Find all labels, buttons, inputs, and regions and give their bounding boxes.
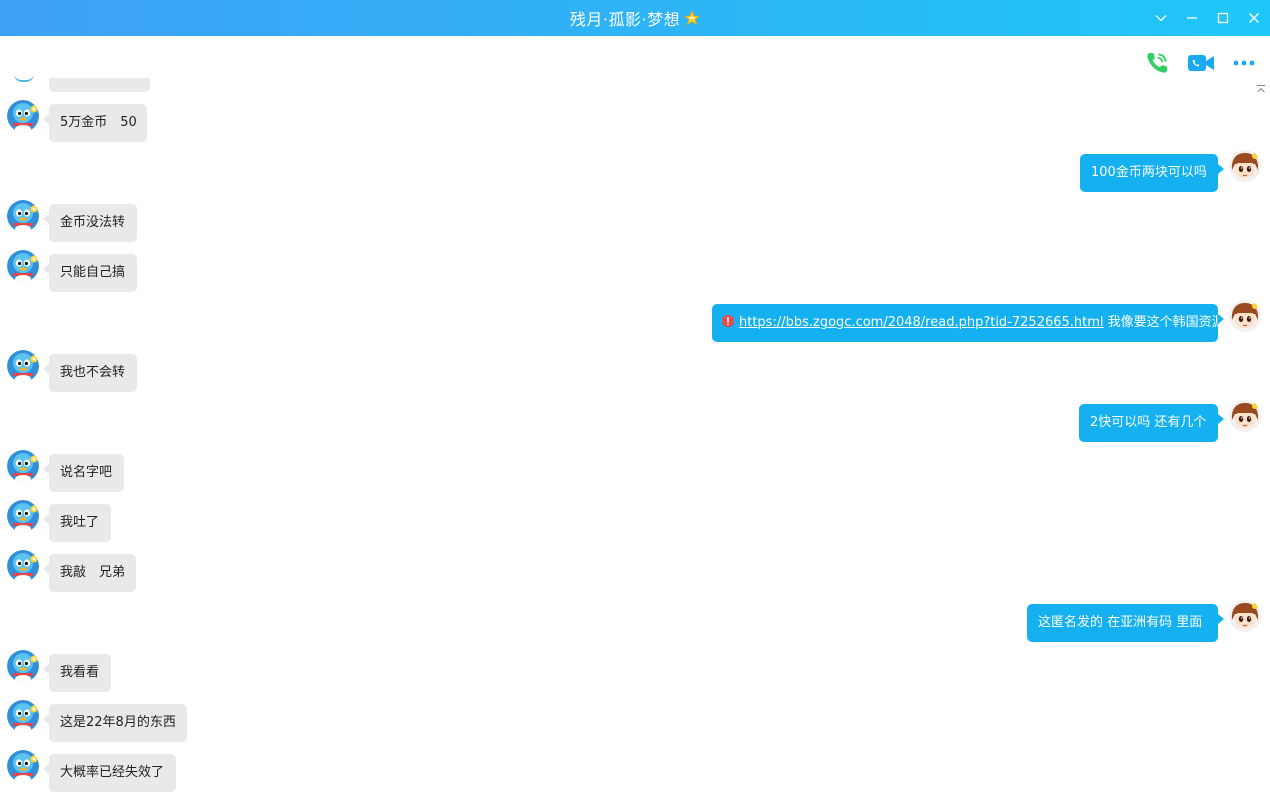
message-bubble[interactable]: 这匿名发的 在亚洲有码 里面	[1027, 604, 1218, 642]
message-bubble[interactable]: 我也不会转	[49, 354, 137, 392]
chat-toolbar	[0, 40, 1270, 82]
minimize-icon[interactable]	[1177, 0, 1207, 36]
contact-avatar[interactable]	[7, 200, 39, 232]
message-bubble[interactable]: 只能自己搞	[49, 254, 137, 292]
more-icon[interactable]	[1229, 48, 1259, 78]
message-bubble[interactable]: 大概率已经失效了	[49, 754, 176, 792]
contact-avatar[interactable]	[7, 550, 39, 582]
message-bubble[interactable]: 我看看	[49, 654, 111, 692]
maximize-icon[interactable]	[1208, 0, 1238, 36]
contact-avatar[interactable]	[7, 450, 39, 482]
contact-avatar[interactable]	[7, 500, 39, 532]
message-text: 我像要这个韩国资源	[1103, 315, 1225, 330]
message-bubble[interactable]: 100金币两块可以吗	[1080, 154, 1218, 192]
contact-avatar[interactable]	[7, 700, 39, 732]
contact-avatar[interactable]	[7, 250, 39, 282]
window-title: 残月·孤影·梦想	[0, 0, 1270, 36]
self-avatar[interactable]	[1229, 400, 1261, 432]
self-avatar[interactable]	[1229, 150, 1261, 182]
message-bubble[interactable]: https://bbs.zgogc.com/2048/read.php?tid-…	[712, 304, 1225, 342]
contact-avatar[interactable]	[7, 350, 39, 382]
star-badge-icon	[684, 9, 701, 26]
message-bubble[interactable]: 2快可以吗 还有几个	[1079, 404, 1218, 442]
contact-avatar[interactable]	[7, 100, 39, 132]
bubble-tail	[1218, 614, 1224, 624]
self-avatar[interactable]	[1229, 600, 1261, 632]
partial-previous-message	[49, 78, 150, 92]
close-icon[interactable]	[1239, 0, 1269, 36]
message-link[interactable]: https://bbs.zgogc.com/2048/read.php?tid-…	[739, 315, 1104, 330]
window-title-text: 残月·孤影·梦想	[569, 10, 681, 29]
bubble-tail	[1218, 314, 1224, 324]
message-bubble[interactable]: 金币没法转	[49, 204, 137, 242]
contact-avatar[interactable]	[7, 750, 39, 782]
message-bubble[interactable]: 这是22年8月的东西	[49, 704, 187, 742]
message-bubble[interactable]: 说名字吧	[49, 454, 124, 492]
message-bubble[interactable]: 我吐了	[49, 504, 111, 542]
title-bar: 残月·孤影·梦想	[0, 0, 1270, 36]
chevron-down-icon[interactable]	[1146, 0, 1176, 36]
video-call-icon[interactable]	[1186, 48, 1216, 78]
warning-icon	[721, 306, 735, 328]
self-avatar[interactable]	[1229, 300, 1261, 332]
bubble-tail	[1218, 414, 1224, 424]
scroll-to-top-icon[interactable]	[1256, 79, 1266, 93]
bubble-tail	[1218, 164, 1224, 174]
phone-call-icon[interactable]	[1142, 48, 1172, 78]
message-bubble[interactable]: 我敲 兄弟	[49, 554, 136, 592]
message-bubble[interactable]: 5万金币 50	[49, 104, 147, 142]
contact-avatar[interactable]	[7, 650, 39, 682]
